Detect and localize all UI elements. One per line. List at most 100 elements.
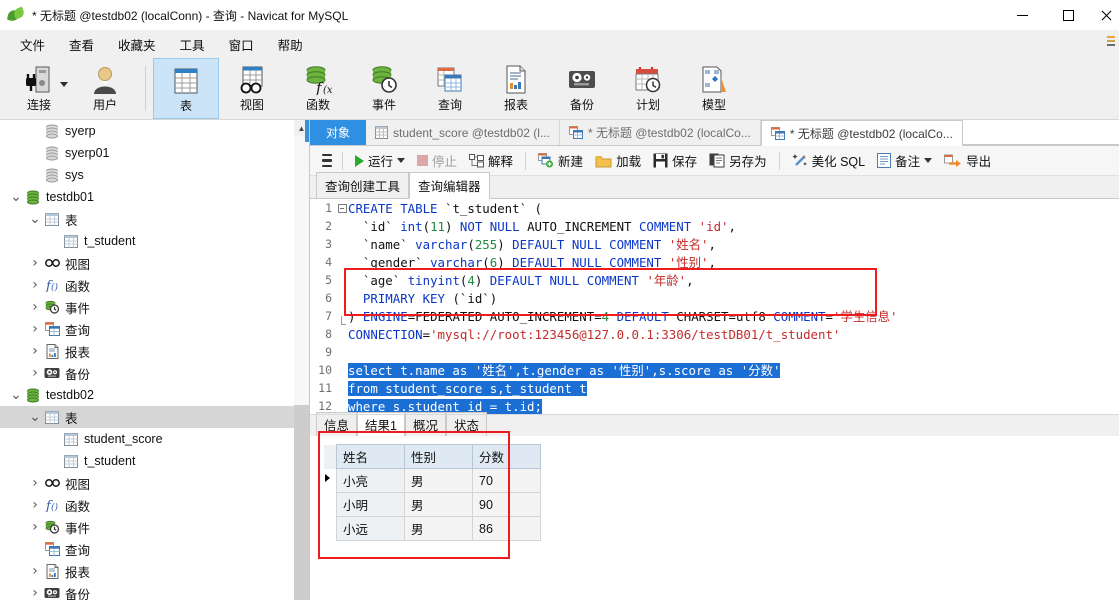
tree-node[interactable]: syerp (0, 120, 309, 142)
table-row[interactable]: 小远男 86 (324, 516, 541, 541)
tree-node[interactable]: › 视图 (0, 472, 309, 494)
chevron-down-icon[interactable] (924, 158, 933, 163)
toolbar-view[interactable]: 视图 (219, 58, 285, 119)
tree-node[interactable]: sys (0, 164, 309, 186)
overflow-icon[interactable] (1107, 36, 1117, 52)
explain-button[interactable]: 解释 (463, 149, 519, 173)
tree-node[interactable]: syerp01 (0, 142, 309, 164)
table-row[interactable]: 小明男 90 (324, 492, 541, 517)
tree-node[interactable]: ⌄ 表 (0, 406, 309, 428)
chevron-down-icon[interactable] (60, 82, 68, 87)
table-cell[interactable]: 小远 (336, 516, 405, 541)
tree-node[interactable]: ⌄ 表 (0, 208, 309, 230)
table-cell[interactable]: 男 (404, 492, 473, 517)
result-tab-profile[interactable]: 概况 (404, 412, 446, 436)
tree-node[interactable]: › 事件 (0, 516, 309, 538)
tree-node[interactable]: › 查询 (0, 318, 309, 340)
chevron-down-icon[interactable]: ⌄ (27, 410, 43, 424)
chevron-right-icon[interactable]: › (27, 475, 43, 491)
chevron-right-icon[interactable]: › (27, 255, 43, 271)
chevron-right-icon[interactable]: › (27, 585, 43, 600)
toolbar-user[interactable]: 用户 (72, 58, 138, 119)
toolbar-schedule[interactable]: 计划 (615, 58, 681, 119)
stop-button[interactable]: 停止 (411, 149, 463, 173)
table-cell[interactable]: 小明 (336, 492, 405, 517)
table-cell[interactable]: 70 (472, 468, 541, 493)
fold-toggle[interactable]: − (336, 203, 348, 213)
tree-node[interactable]: › 备份 (0, 582, 309, 600)
chevron-down-icon[interactable]: ⌄ (8, 190, 24, 204)
save-button[interactable]: 保存 (647, 149, 703, 173)
tree-node[interactable]: t_student (0, 230, 309, 252)
chevron-down-icon[interactable]: ⌄ (8, 388, 24, 402)
tab-query-2[interactable]: * 无标题 @testdb02 (localCo... (760, 120, 963, 146)
tree-node[interactable]: 查询 (0, 538, 309, 560)
tab-student-score[interactable]: student_score @testdb02 (l... (366, 120, 560, 145)
chevron-right-icon[interactable]: › (27, 321, 43, 337)
export-button[interactable]: 导出 (938, 149, 997, 173)
new-button[interactable]: 新建 (532, 149, 589, 173)
column-header[interactable]: 分数 (472, 444, 541, 469)
menu-favorites[interactable]: 收藏夹 (106, 31, 168, 58)
subtab-query-builder[interactable]: 查询创建工具 (316, 172, 410, 198)
chevron-down-icon[interactable]: ⌄ (27, 212, 43, 226)
toolbar-report[interactable]: 报表 (483, 58, 549, 119)
tree-node[interactable]: t_student (0, 450, 309, 472)
chevron-down-icon[interactable] (397, 158, 406, 163)
toolbar-backup[interactable]: 备份 (549, 58, 615, 119)
sql-editor[interactable]: 1 − CREATE TABLE `t_student` ( 2 `id` in… (310, 199, 1119, 414)
menu-window[interactable]: 窗口 (217, 31, 266, 58)
menu-view[interactable]: 查看 (57, 31, 106, 58)
result-tab-info[interactable]: 信息 (316, 412, 358, 436)
menu-hamburger-icon[interactable] (318, 153, 336, 168)
column-header[interactable]: 性别 (404, 444, 473, 469)
chevron-right-icon[interactable]: › (27, 299, 43, 315)
toolbar-connection[interactable]: 连接 (6, 58, 72, 119)
chevron-right-icon[interactable]: › (27, 277, 43, 293)
note-button[interactable]: 备注 (871, 149, 938, 173)
menu-file[interactable]: 文件 (8, 31, 57, 58)
table-cell[interactable]: 男 (404, 516, 473, 541)
tree-node[interactable]: ⌄ testdb02 (0, 384, 309, 406)
maximize-button[interactable] (1045, 0, 1091, 30)
result-tab-status[interactable]: 状态 (445, 412, 487, 436)
result-tab-result1[interactable]: 结果1 (357, 412, 405, 436)
tree-node[interactable]: › f() 函数 (0, 494, 309, 516)
table-cell[interactable]: 小亮 (336, 468, 405, 493)
table-cell[interactable]: 男 (404, 468, 473, 493)
tree-node[interactable]: › 报表 (0, 340, 309, 362)
tab-objects[interactable]: 对象 (310, 120, 367, 145)
menu-help[interactable]: 帮助 (266, 31, 315, 58)
result-grid[interactable]: 姓名 性别 分数 小亮男 70 小明男 90 小远男 86 (324, 444, 541, 541)
tree-node[interactable]: student_score (0, 428, 309, 450)
tab-query-1[interactable]: * 无标题 @testdb02 (localCo... (559, 120, 761, 145)
chevron-right-icon[interactable]: › (27, 365, 43, 381)
chevron-right-icon[interactable]: › (27, 563, 43, 579)
chevron-right-icon[interactable]: › (27, 343, 43, 359)
toolbar-model[interactable]: 模型 (681, 58, 747, 119)
tree-node[interactable]: › 事件 (0, 296, 309, 318)
menu-tools[interactable]: 工具 (168, 31, 217, 58)
toolbar-event[interactable]: 事件 (351, 58, 417, 119)
save-as-button[interactable]: 另存为 (703, 149, 773, 173)
tree-node[interactable]: › 视图 (0, 252, 309, 274)
subtab-query-editor[interactable]: 查询编辑器 (409, 172, 490, 199)
load-button[interactable]: 加载 (589, 149, 647, 173)
tree-node[interactable]: › 报表 (0, 560, 309, 582)
sidebar-scrollbar[interactable]: ▲ (294, 120, 309, 600)
scrollbar-thumb[interactable] (294, 405, 309, 600)
beautify-sql-button[interactable]: 美化 SQL (786, 149, 872, 173)
close-button[interactable] (1091, 0, 1119, 30)
minimize-button[interactable] (999, 0, 1045, 30)
table-cell[interactable]: 86 (472, 516, 541, 541)
chevron-right-icon[interactable]: › (27, 497, 43, 513)
run-button[interactable]: 运行 (349, 149, 411, 173)
toolbar-function[interactable]: f (x) 函数 (285, 58, 351, 119)
tree-node[interactable]: › 备份 (0, 362, 309, 384)
toolbar-query[interactable]: 查询 (417, 58, 483, 119)
tree-node[interactable]: ⌄ testdb01 (0, 186, 309, 208)
table-row[interactable]: 小亮男 70 (324, 468, 541, 493)
chevron-right-icon[interactable]: › (27, 519, 43, 535)
column-header[interactable]: 姓名 (336, 444, 405, 469)
toolbar-table[interactable]: 表 (153, 58, 219, 119)
